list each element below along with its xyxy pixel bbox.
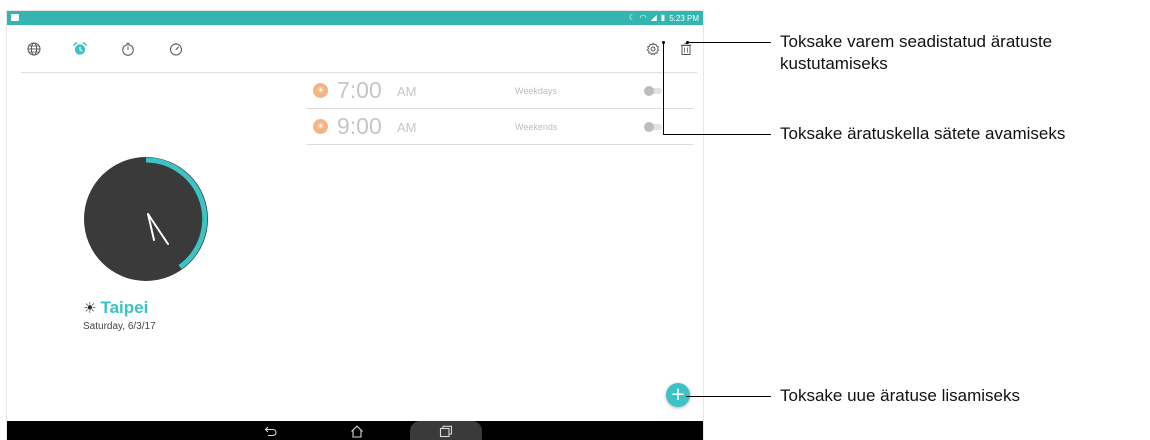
settings-callout-text: Toksake äratuskella sätete avamiseks: [780, 124, 1066, 143]
timer-tab[interactable]: [165, 38, 187, 60]
toggle-knob: [644, 86, 654, 96]
delete-callout-line: [689, 42, 771, 43]
analog-clock: [81, 154, 211, 284]
navigation-bar: [7, 421, 703, 440]
delete-callout-line1: Toksake varem seadistatud äratuste: [780, 32, 1053, 51]
settings-callout-hline: [663, 134, 771, 135]
clock-face: [84, 157, 208, 281]
alarm-tab[interactable]: [69, 38, 91, 60]
add-callout: Toksake uue äratuse lisamiseks: [780, 385, 1020, 407]
stopwatch-tab[interactable]: [117, 38, 139, 60]
city-name: Taipei: [100, 298, 149, 317]
settings-button[interactable]: [642, 38, 664, 60]
world-clock-tab[interactable]: [23, 38, 45, 60]
alarm-ampm: AM: [397, 120, 417, 135]
stopwatch-icon: [122, 42, 134, 56]
add-callout-text: Toksake uue äratuse lisamiseks: [780, 386, 1021, 405]
trash-icon: [680, 43, 692, 55]
city-label: ☀ Taipei: [83, 298, 148, 318]
add-callout-line: [686, 396, 771, 397]
notification-icon: [11, 14, 19, 21]
tablet-screen: ☾ ◠ ◢ ▮ 5:23 PM ☀ 7:00 AM Weekdays ☀ 9:0…: [6, 10, 704, 440]
recent-apps-icon: [439, 425, 453, 437]
settings-callout-vline: [663, 43, 664, 135]
recent-apps-button[interactable]: [438, 424, 454, 438]
battery-charging-icon: ▮: [660, 13, 666, 22]
signal-icon: ◢: [650, 13, 657, 22]
alarm-clock-icon: [73, 42, 87, 55]
home-icon: [351, 424, 363, 438]
settings-gear-icon: [646, 42, 660, 56]
delete-callout-line2: kustutamiseks: [780, 54, 888, 73]
city-date: Saturday, 6/3/17: [83, 321, 156, 332]
alarm-time: 9:00: [337, 113, 382, 139]
day-sun-icon: ☀: [313, 119, 328, 134]
moon-icon: ☾: [628, 13, 636, 22]
add-alarm-button[interactable]: +: [666, 383, 690, 407]
alarm-repeat: Weekends: [515, 122, 558, 132]
delete-callout: Toksake varem seadistatud äratuste kustu…: [780, 31, 1052, 75]
globe-icon: [27, 42, 41, 56]
alarm-time: 7:00: [337, 77, 382, 103]
status-time: 5:23 PM: [669, 13, 699, 23]
alarm-toggle[interactable]: [644, 122, 662, 132]
home-button[interactable]: [349, 424, 365, 438]
back-icon: [264, 426, 277, 437]
toggle-knob: [644, 122, 654, 132]
sun-icon: ☀: [83, 299, 97, 317]
clock-toolbar: [7, 25, 703, 73]
alarm-row[interactable]: ☀ 7:00 AM Weekdays: [307, 73, 693, 109]
alarm-toggle[interactable]: [644, 86, 662, 96]
alarm-repeat: Weekdays: [515, 86, 557, 96]
settings-callout: Toksake äratuskella sätete avamiseks: [780, 123, 1065, 145]
status-bar: ☾ ◠ ◢ ▮ 5:23 PM: [7, 11, 703, 25]
wifi-icon: ◠: [639, 13, 647, 22]
alarm-ampm: AM: [397, 84, 417, 99]
back-button[interactable]: [263, 424, 279, 438]
timer-icon: [170, 43, 182, 56]
alarm-row[interactable]: ☀ 9:00 AM Weekends: [307, 109, 693, 145]
day-sun-icon: ☀: [313, 83, 328, 98]
